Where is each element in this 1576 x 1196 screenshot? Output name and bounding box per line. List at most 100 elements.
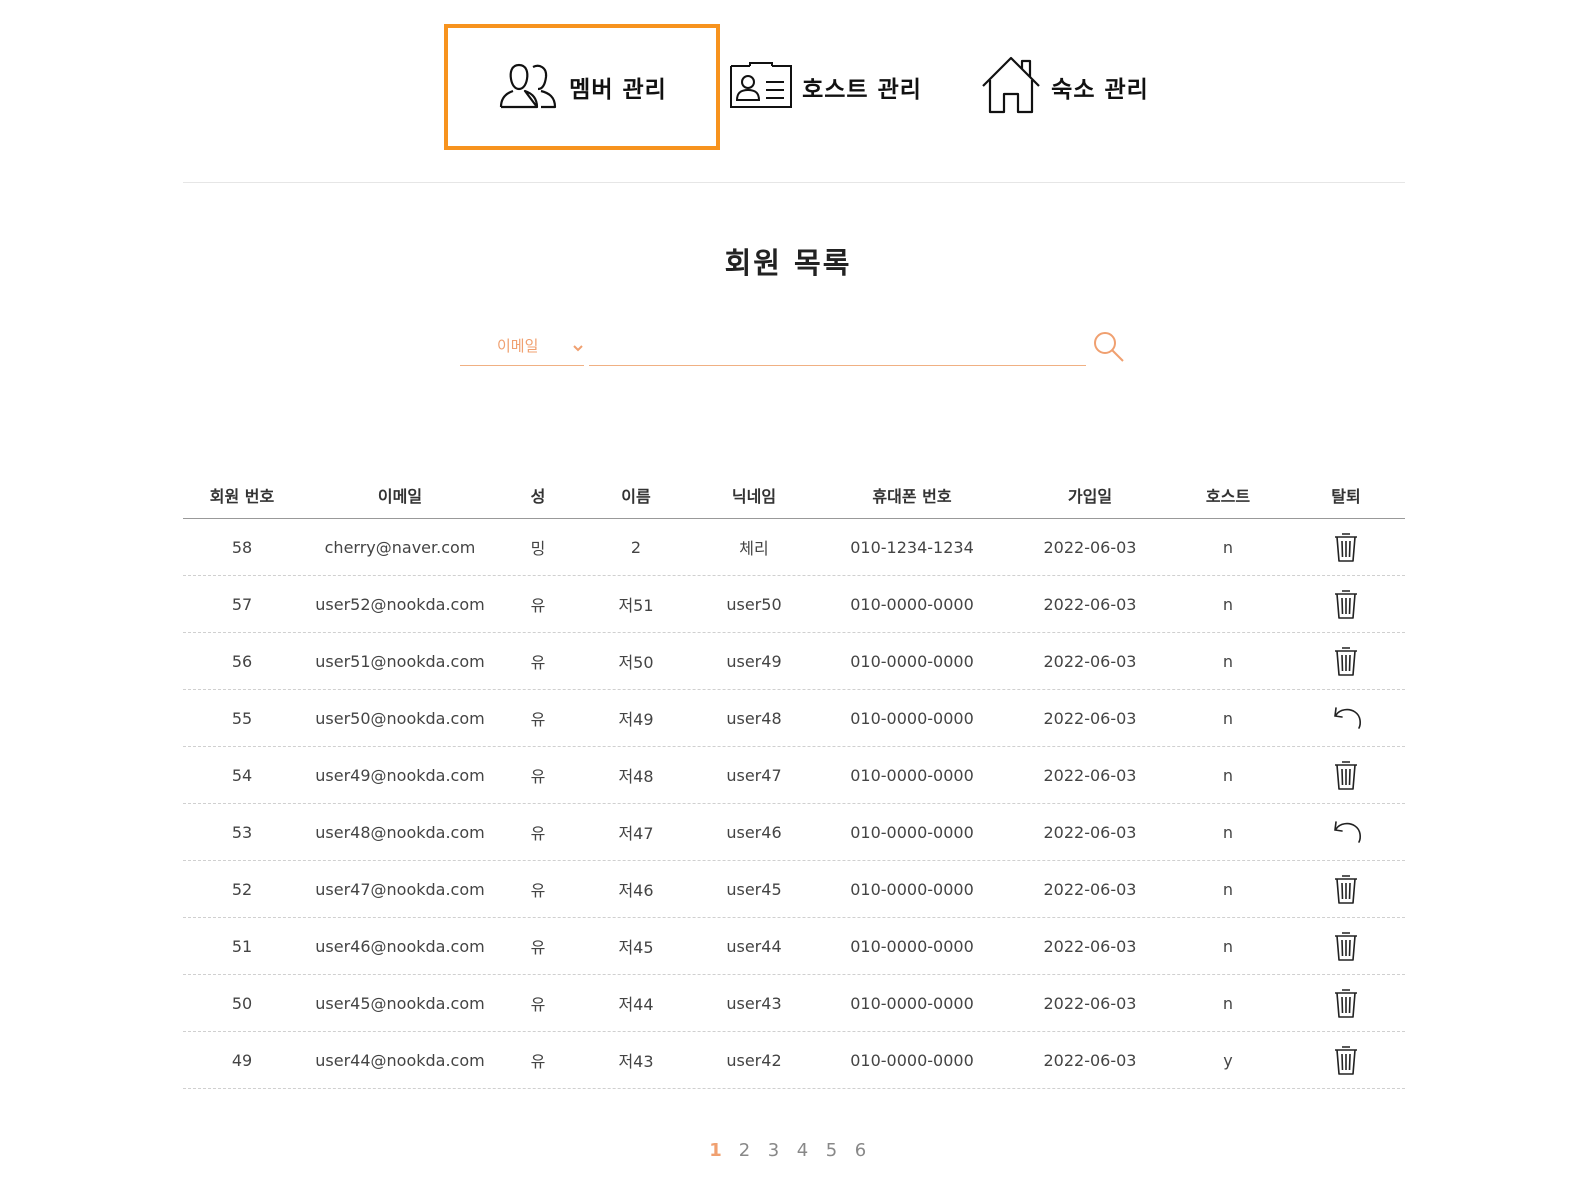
cell-last-name: 유 [530, 824, 546, 843]
cell-host: n [1222, 936, 1234, 956]
tab-lodging-management[interactable]: 숙소 관리 [975, 24, 1155, 150]
cell-member-id: 54 [231, 765, 253, 785]
cell-email: user47@nookda.com [315, 879, 485, 899]
cell-join-date: 2022-06-03 [1043, 765, 1137, 785]
cell-nickname: user48 [726, 708, 782, 728]
cell-first-name: 저47 [618, 824, 654, 843]
header-email: 이메일 [377, 487, 423, 506]
cell-email: cherry@naver.com [324, 537, 476, 557]
cell-phone: 010-0000-0000 [850, 993, 974, 1013]
cell-member-id: 51 [231, 936, 253, 956]
tab-member-label: 멤버 관리 [569, 77, 667, 103]
section-divider [183, 182, 1405, 183]
cell-last-name: 유 [530, 596, 546, 615]
search-field-select[interactable]: 이메일 [460, 326, 584, 366]
trash-icon[interactable] [1333, 873, 1359, 905]
cell-first-name: 저48 [618, 767, 654, 786]
cell-nickname: user42 [726, 1050, 782, 1070]
table-row: 56 user51@nookda.com 유 저50 user49 010-0000-00… [183, 633, 1405, 690]
header-first-name: 이름 [621, 487, 651, 506]
tab-lodging-label: 숙소 관리 [1051, 77, 1149, 103]
header-host: 호스트 [1205, 487, 1251, 506]
cell-withdraw [1287, 987, 1405, 1019]
id-card-icon [730, 62, 793, 112]
cell-first-name: 저44 [618, 995, 654, 1014]
cell-member-id: 56 [231, 651, 253, 671]
header-last-name: 성 [530, 487, 546, 506]
cell-member-id: 53 [231, 822, 253, 842]
cell-last-name: 유 [530, 767, 546, 786]
cell-withdraw [1287, 531, 1405, 563]
table-row: 52 user47@nookda.com 유 저46 user45 010-0000-00… [183, 861, 1405, 918]
cell-member-id: 58 [231, 537, 253, 557]
cell-phone: 010-0000-0000 [850, 651, 974, 671]
cell-host: n [1222, 537, 1234, 557]
trash-icon[interactable] [1333, 930, 1359, 962]
cell-host: n [1222, 765, 1234, 785]
trash-icon[interactable] [1333, 588, 1359, 620]
cell-email: user44@nookda.com [315, 1050, 485, 1070]
cell-first-name: 저51 [618, 596, 654, 615]
cell-email: user52@nookda.com [315, 594, 485, 614]
table-row: 57 user52@nookda.com 유 저51 user50 010-0000-00… [183, 576, 1405, 633]
cell-phone: 010-0000-0000 [850, 936, 974, 956]
cell-phone: 010-0000-0000 [850, 765, 974, 785]
cell-first-name: 저46 [618, 881, 654, 900]
cell-phone: 010-0000-0000 [850, 879, 974, 899]
tab-host-management[interactable]: 호스트 관리 [726, 24, 926, 150]
undo-icon[interactable] [1329, 705, 1363, 731]
trash-icon[interactable] [1333, 645, 1359, 677]
trash-icon[interactable] [1333, 531, 1359, 563]
cell-join-date: 2022-06-03 [1043, 708, 1137, 728]
trash-icon[interactable] [1333, 987, 1359, 1019]
cell-phone: 010-0000-0000 [850, 594, 974, 614]
cell-last-name: 유 [530, 938, 546, 957]
page-link-4[interactable]: 4 [795, 1140, 810, 1161]
cell-nickname: 체리 [739, 539, 769, 558]
cell-last-name: 밍 [530, 539, 546, 558]
cell-nickname: user46 [726, 822, 782, 842]
cell-nickname: user47 [726, 765, 782, 785]
cell-first-name: 저45 [618, 938, 654, 957]
cell-join-date: 2022-06-03 [1043, 1050, 1137, 1070]
page-link-2[interactable]: 2 [737, 1140, 752, 1161]
search-input[interactable] [589, 326, 1086, 366]
table-row: 50 user45@nookda.com 유 저44 user43 010-0000-00… [183, 975, 1405, 1032]
member-table: 회원 번호 이메일 성 이름 닉네임 휴대폰 번호 가입일 호스트 탈퇴 58 c… [183, 472, 1405, 1089]
table-row: 51 user46@nookda.com 유 저45 user44 010-0000-00… [183, 918, 1405, 975]
header-member-id: 회원 번호 [209, 487, 275, 506]
undo-icon[interactable] [1329, 819, 1363, 845]
page-link-3[interactable]: 3 [766, 1140, 781, 1161]
table-row: 55 user50@nookda.com 유 저49 user48 010-0000-00… [183, 690, 1405, 747]
page-link-6[interactable]: 6 [853, 1140, 868, 1161]
cell-withdraw [1287, 873, 1405, 905]
cell-host: n [1222, 594, 1234, 614]
trash-icon[interactable] [1333, 1044, 1359, 1076]
cell-withdraw [1287, 1044, 1405, 1076]
table-header: 회원 번호 이메일 성 이름 닉네임 휴대폰 번호 가입일 호스트 탈퇴 [183, 472, 1405, 519]
cell-host: n [1222, 708, 1234, 728]
pagination: 123456 [0, 1140, 1576, 1161]
cell-withdraw [1287, 819, 1405, 845]
table-row: 58 cherry@naver.com 밍 2 체리 010-1234-1234 2022-… [183, 519, 1405, 576]
page-link-1[interactable]: 1 [708, 1140, 723, 1161]
cell-last-name: 유 [530, 995, 546, 1014]
cell-host: n [1222, 993, 1234, 1013]
tab-member-management[interactable]: 멤버 관리 [444, 24, 720, 150]
cell-nickname: user50 [726, 594, 782, 614]
cell-host: y [1223, 1050, 1233, 1070]
trash-icon[interactable] [1333, 759, 1359, 791]
cell-join-date: 2022-06-03 [1043, 651, 1137, 671]
cell-withdraw [1287, 705, 1405, 731]
cell-join-date: 2022-06-03 [1043, 993, 1137, 1013]
cell-member-id: 55 [231, 708, 253, 728]
page-link-5[interactable]: 5 [824, 1140, 839, 1161]
cell-join-date: 2022-06-03 [1043, 879, 1137, 899]
cell-phone: 010-1234-1234 [850, 537, 974, 557]
cell-host: n [1222, 879, 1234, 899]
cell-withdraw [1287, 759, 1405, 791]
table-row: 49 user44@nookda.com 유 저43 user42 010-0000-00… [183, 1032, 1405, 1089]
cell-email: user45@nookda.com [315, 993, 485, 1013]
search-icon[interactable] [1092, 330, 1126, 364]
cell-email: user51@nookda.com [315, 651, 485, 671]
